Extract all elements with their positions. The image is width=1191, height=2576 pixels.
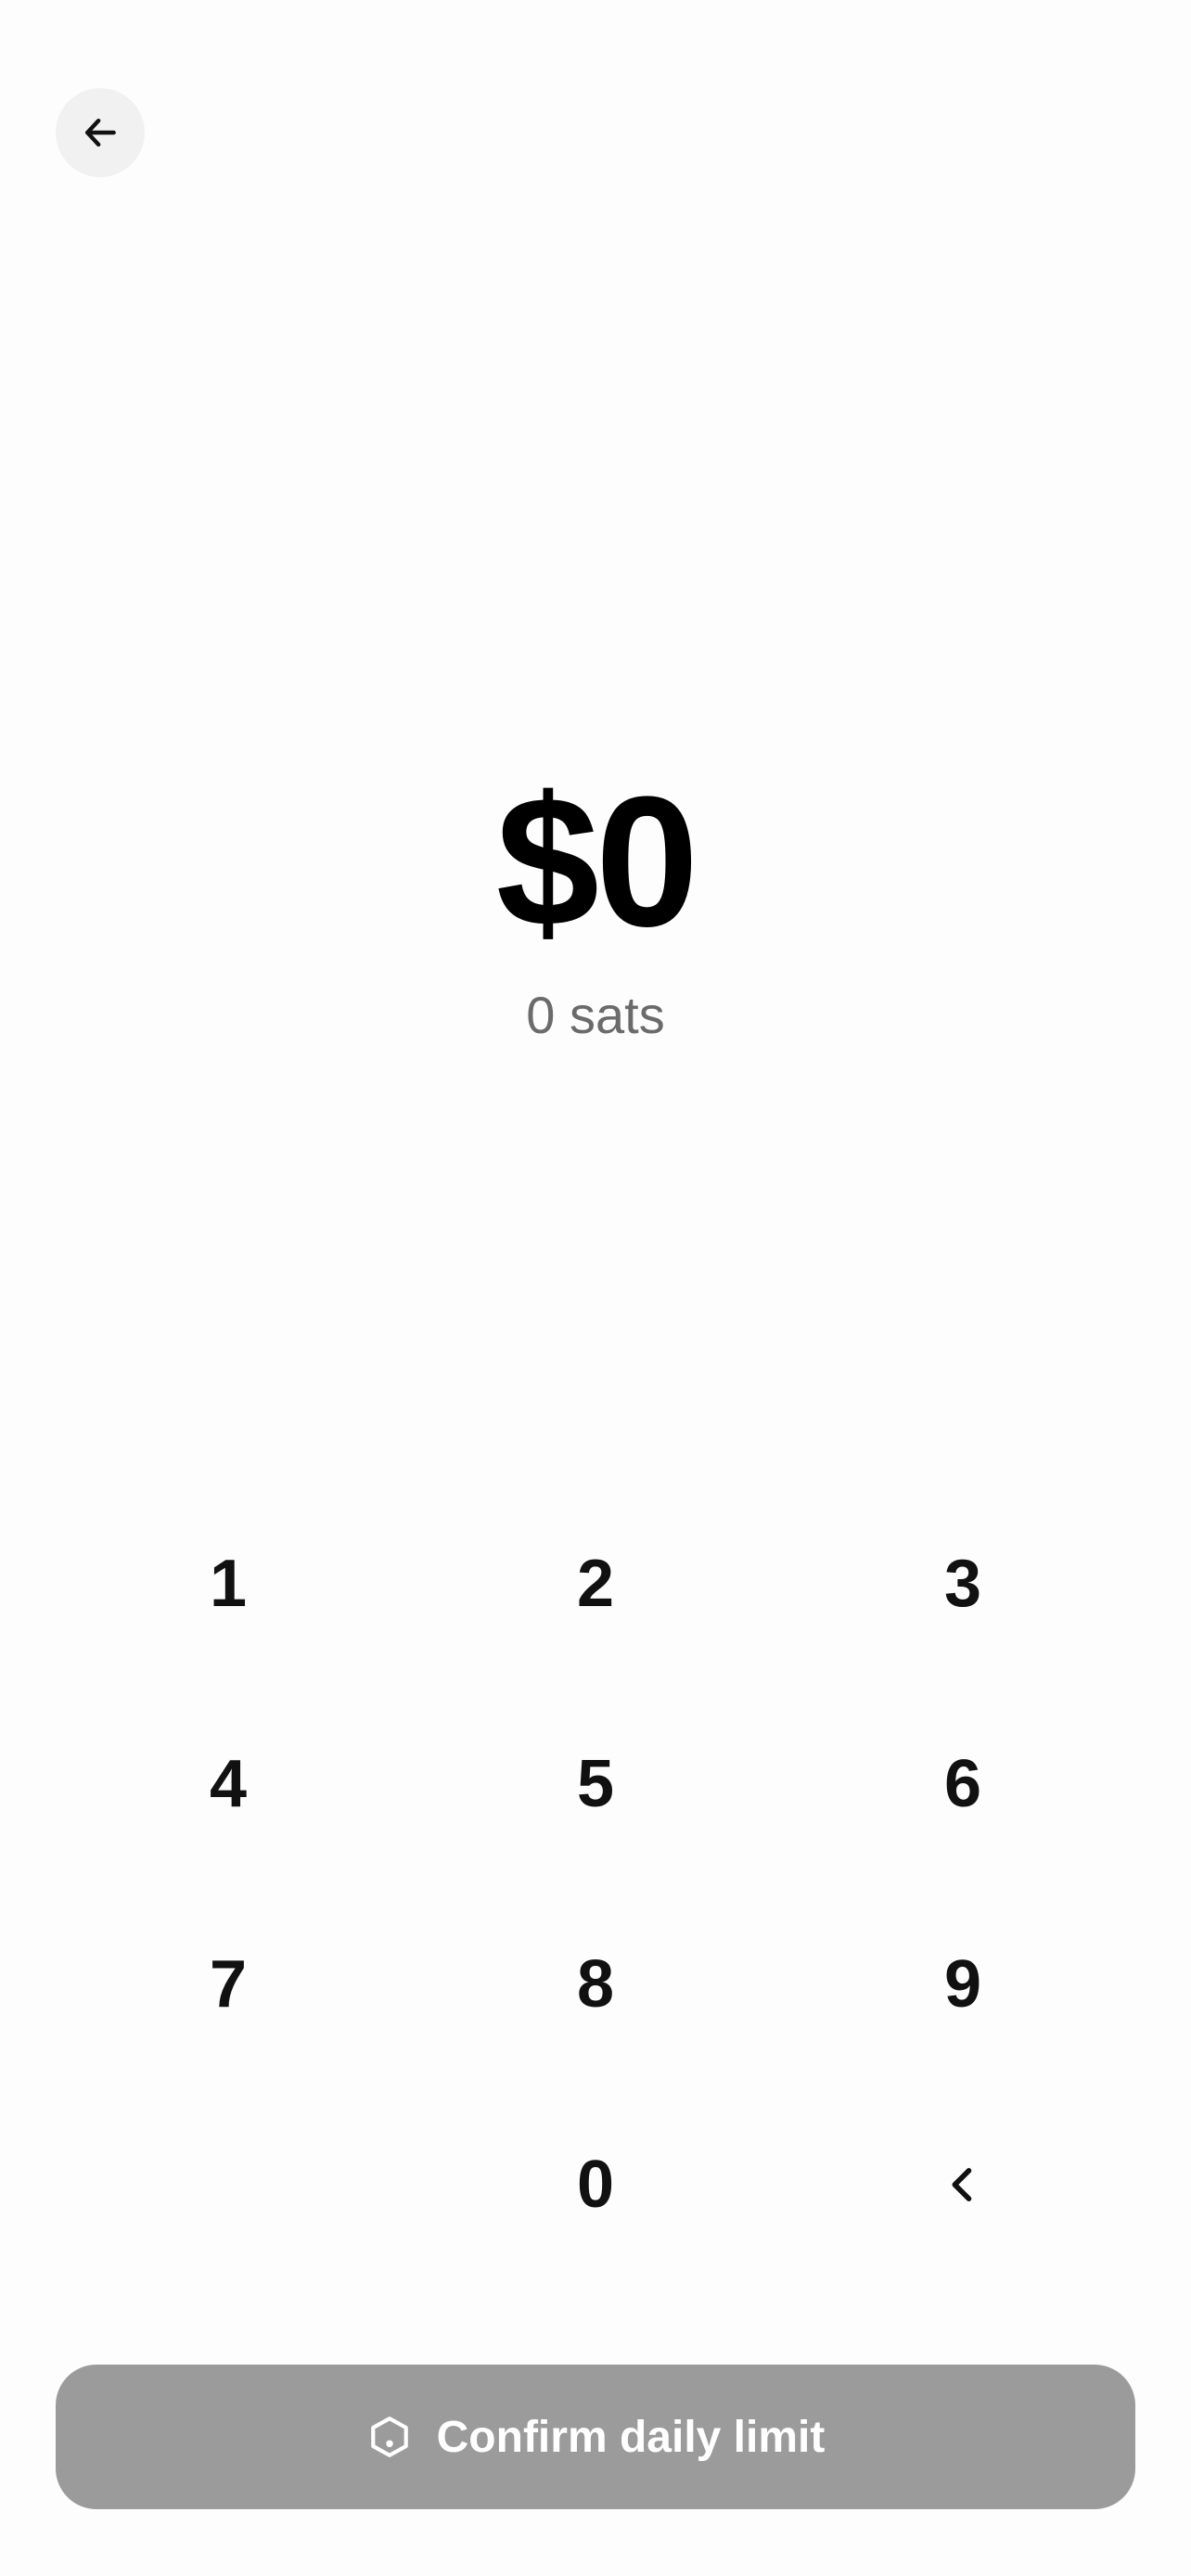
fiat-amount: $0 bbox=[495, 759, 698, 965]
key-6[interactable]: 6 bbox=[779, 1684, 1146, 1884]
key-0[interactable]: 0 bbox=[412, 2085, 779, 2285]
key-empty bbox=[45, 2085, 412, 2285]
key-3[interactable]: 3 bbox=[779, 1484, 1146, 1684]
amount-display: $0 0 sats bbox=[0, 760, 1191, 1048]
key-9[interactable]: 9 bbox=[779, 1884, 1146, 2085]
hexagon-icon bbox=[366, 2414, 413, 2460]
key-5[interactable]: 5 bbox=[412, 1684, 779, 1884]
confirm-button-label: Confirm daily limit bbox=[436, 2412, 826, 2462]
confirm-daily-limit-button[interactable]: Confirm daily limit bbox=[56, 2365, 1135, 2509]
back-button[interactable] bbox=[56, 88, 145, 177]
numeric-keypad: 1 2 3 4 5 6 7 8 9 0 bbox=[45, 1484, 1146, 2285]
key-2[interactable]: 2 bbox=[412, 1484, 779, 1684]
key-1[interactable]: 1 bbox=[45, 1484, 412, 1684]
arrow-left-icon bbox=[80, 112, 121, 153]
key-7[interactable]: 7 bbox=[45, 1884, 412, 2085]
backspace-key[interactable] bbox=[779, 2085, 1146, 2285]
chevron-left-icon bbox=[939, 2161, 987, 2209]
sats-amount: 0 sats bbox=[526, 986, 665, 1044]
key-4[interactable]: 4 bbox=[45, 1684, 412, 1884]
key-8[interactable]: 8 bbox=[412, 1884, 779, 2085]
